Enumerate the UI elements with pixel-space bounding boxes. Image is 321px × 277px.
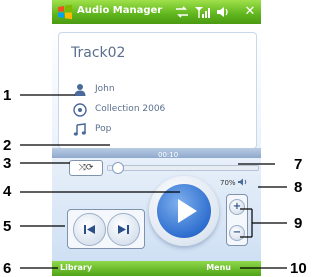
callout-3: 3 <box>3 155 12 172</box>
elapsed-time: 00:10 <box>158 151 179 159</box>
windows-start-icon[interactable] <box>56 3 74 21</box>
play-button[interactable] <box>149 176 219 246</box>
volume-speaker-icon <box>237 178 247 186</box>
next-icon <box>118 225 129 234</box>
callout-8: 8 <box>294 179 303 196</box>
callout-4: 4 <box>3 183 12 200</box>
music-note-icon <box>73 123 86 136</box>
progress-strip <box>52 148 261 158</box>
volume-down-button[interactable]: − <box>229 225 245 241</box>
track-info-card: Track02 John Collection 2006 Pop <box>58 32 257 149</box>
speaker-icon[interactable] <box>215 4 231 20</box>
menu-softkey[interactable]: Menu <box>206 263 231 272</box>
shuffle-repeat-button[interactable]: ⤨⟳ <box>69 160 103 176</box>
seek-knob[interactable] <box>112 162 124 174</box>
callout-9: 9 <box>294 215 303 232</box>
callout-5: 5 <box>3 218 12 235</box>
library-softkey[interactable]: Library <box>60 263 92 272</box>
callout-7: 7 <box>294 156 303 173</box>
device-screen: Audio Manager ✕ Track02 John Collection … <box>52 0 261 276</box>
callout-2: 2 <box>3 137 12 154</box>
volume-level: 70% <box>220 178 248 187</box>
softkey-bar: Library Menu <box>52 261 261 276</box>
play-button-face <box>157 184 211 238</box>
volume-percent: 70% <box>220 179 236 187</box>
callout-6: 6 <box>3 260 12 277</box>
volume-controls: + − <box>226 194 248 246</box>
previous-button[interactable] <box>73 213 106 246</box>
track-title: Track02 <box>71 45 126 61</box>
album-name: Collection 2006 <box>95 104 166 114</box>
next-button[interactable] <box>107 213 140 246</box>
callout-10: 10 <box>290 260 307 277</box>
seek-bar[interactable] <box>107 162 259 174</box>
volume-up-button[interactable]: + <box>229 199 245 215</box>
title-bar: Audio Manager ✕ <box>52 0 261 24</box>
player-panel: Track02 John Collection 2006 Pop 00:10 ⤨… <box>52 24 261 261</box>
play-icon <box>178 199 197 223</box>
person-icon <box>74 84 86 96</box>
app-title: Audio Manager <box>77 5 163 16</box>
signal-strength-icon[interactable] <box>194 4 210 20</box>
close-icon[interactable]: ✕ <box>242 4 258 20</box>
genre-name: Pop <box>95 124 112 134</box>
previous-icon <box>84 225 95 234</box>
transport-buttons <box>67 209 145 249</box>
artist-name: John <box>95 84 115 94</box>
connectivity-icon[interactable] <box>174 4 190 20</box>
callout-1: 1 <box>3 87 12 104</box>
disc-icon <box>73 103 87 117</box>
